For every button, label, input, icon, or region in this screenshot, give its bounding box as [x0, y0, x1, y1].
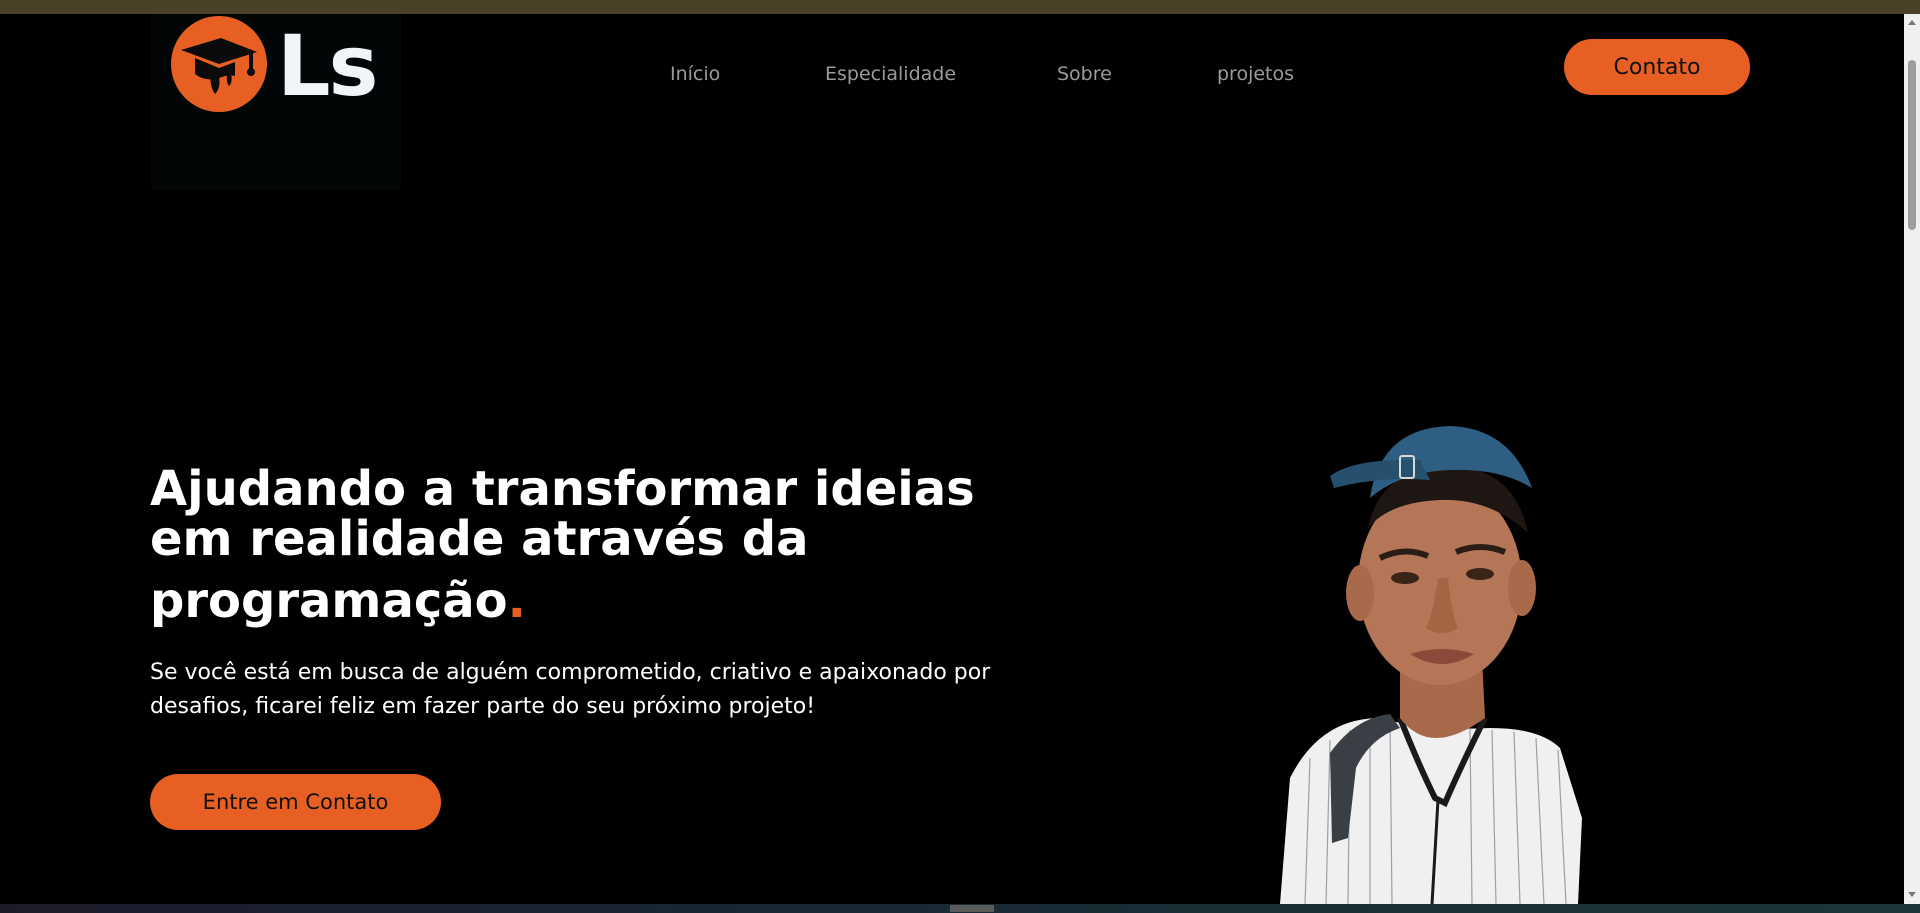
hero-title-line-2: em realidade através da — [150, 511, 809, 567]
hero-title-word: programação — [150, 573, 508, 629]
contact-button[interactable]: Contato — [1564, 39, 1750, 95]
hero-title: Ajudando a transformar ideias em realida… — [150, 464, 1010, 626]
person-portrait-icon — [1260, 418, 1640, 904]
logo[interactable]: Ls — [151, 14, 401, 190]
hero-title-line-3: programação. — [150, 576, 1010, 626]
nav-item-inicio[interactable]: Início — [670, 54, 720, 94]
nav-item-projetos[interactable]: projetos — [1217, 54, 1294, 94]
horizontal-scrollbar-thumb[interactable] — [950, 905, 994, 912]
vertical-scrollbar-thumb[interactable] — [1908, 60, 1916, 230]
horizontal-scrollbar[interactable] — [0, 904, 1920, 913]
hero-title-line-1: Ajudando a transformar ideias — [150, 461, 975, 517]
vertical-scrollbar[interactable] — [1904, 14, 1920, 904]
browser-top-strip — [0, 0, 1920, 14]
hero-subtitle: Se você está em busca de alguém comprome… — [150, 660, 991, 719]
nav-item-especialidade[interactable]: Especialidade — [825, 54, 956, 94]
page: Ls Início Especialidade Sobre projetos C… — [0, 14, 1904, 904]
cta-contact-button[interactable]: Entre em Contato — [150, 774, 441, 830]
scroll-down-arrow-icon[interactable] — [1908, 892, 1916, 897]
scroll-up-arrow-icon[interactable] — [1908, 20, 1916, 25]
nav-item-sobre[interactable]: Sobre — [1057, 54, 1112, 94]
hero-title-dot: . — [507, 573, 526, 629]
